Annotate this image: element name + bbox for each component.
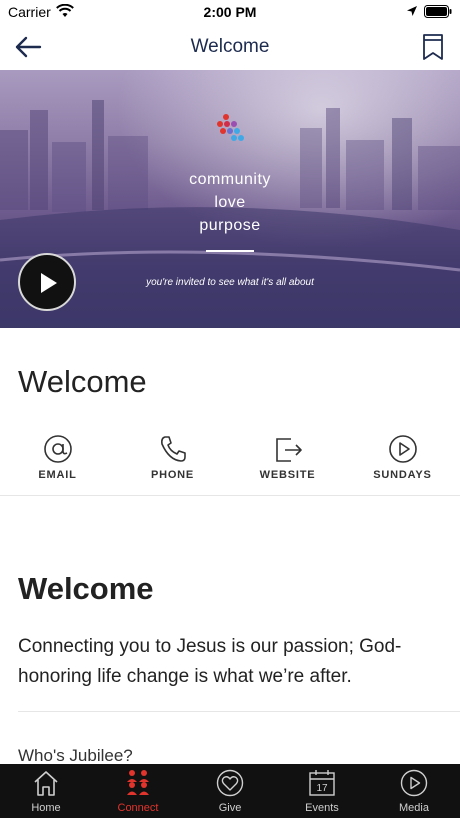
tab-media-label: Media [399, 802, 429, 814]
hero-text-community: community [189, 171, 271, 188]
heart-icon [216, 769, 244, 797]
website-label: WEBSITE [259, 469, 316, 481]
navigation-bar: Welcome [0, 24, 460, 70]
play-circle-icon [389, 435, 417, 463]
hero-text-love: love [214, 194, 246, 211]
email-action[interactable]: EMAIL [0, 432, 115, 492]
tab-events-label: Events [305, 802, 339, 814]
hero-video[interactable]: community love purpose you're invited to… [0, 70, 460, 328]
email-label: EMAIL [38, 469, 77, 481]
location-arrow-icon [407, 6, 417, 16]
website-action[interactable]: WEBSITE [230, 432, 345, 492]
play-circle-icon [400, 769, 428, 797]
welcome-heading: Welcome [18, 364, 147, 399]
calendar-day: 17 [316, 783, 328, 794]
contact-actions: EMAIL PHONE WEBSITE SUNDAYS [0, 432, 460, 496]
tab-home[interactable]: Home [0, 764, 92, 818]
bookmark-icon[interactable] [422, 34, 444, 60]
church-logo [217, 114, 244, 141]
status-bar: Carrier 2:00 PM [0, 0, 460, 24]
tab-connect[interactable]: Connect [92, 764, 184, 818]
hero-divider [206, 250, 254, 252]
content-title: Welcome [18, 571, 154, 606]
battery-icon [424, 5, 452, 18]
tab-events[interactable]: 17 Events [276, 764, 368, 818]
people-icon [127, 770, 149, 795]
hero-text-purpose: purpose [199, 217, 261, 234]
home-icon [34, 771, 58, 796]
play-video-button[interactable] [18, 253, 76, 311]
tab-give-label: Give [218, 802, 242, 814]
page-title: Welcome [190, 36, 270, 57]
status-time: 2:00 PM [203, 4, 257, 20]
at-icon [44, 435, 72, 463]
play-icon [41, 273, 57, 293]
section-heading: Who's Jubilee? [18, 746, 133, 765]
sundays-label: SUNDAYS [373, 469, 432, 481]
phone-label: PHONE [150, 469, 195, 481]
phone-action[interactable]: PHONE [115, 432, 230, 492]
content-body: Connecting you to Jesus is our passion; … [18, 636, 402, 687]
tab-connect-label: Connect [117, 802, 159, 814]
phone-icon [161, 436, 186, 462]
external-link-icon [276, 438, 302, 462]
content-divider [18, 711, 460, 712]
tab-bar: Home Connect Give 17 Events Media [0, 764, 460, 818]
tab-give[interactable]: Give [184, 764, 276, 818]
tab-media[interactable]: Media [368, 764, 460, 818]
sundays-action[interactable]: SUNDAYS [345, 432, 460, 492]
calendar-icon: 17 [309, 770, 335, 796]
tab-home-label: Home [31, 802, 61, 814]
